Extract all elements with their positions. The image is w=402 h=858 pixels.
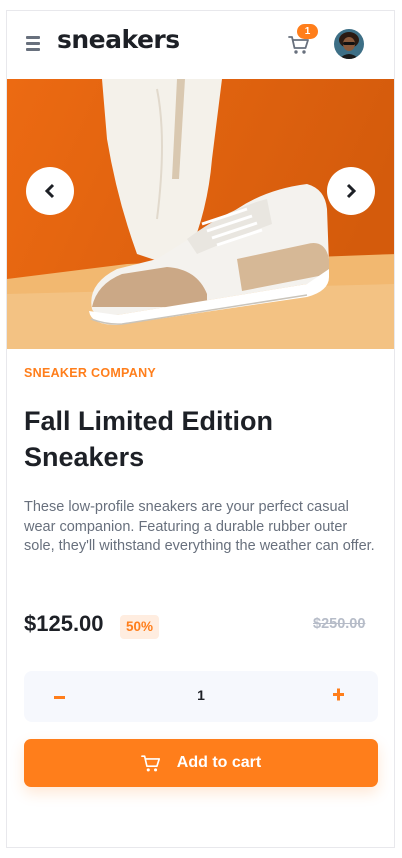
plus-icon[interactable] — [333, 684, 347, 706]
add-to-cart-label: Add to cart — [176, 754, 262, 771]
quantity-stepper: 1 — [24, 671, 378, 722]
cart-icon — [140, 754, 160, 771]
add-to-cart-button[interactable]: Add to cart — [24, 739, 378, 787]
chevron-right-icon — [346, 183, 357, 199]
chevron-left-icon — [44, 183, 55, 199]
original-price: $250.00 — [313, 616, 366, 632]
discount-badge: 50% — [120, 615, 160, 639]
product-title: Fall Limited Edition Sneakers — [24, 406, 273, 472]
logo: sneakers — [57, 25, 180, 54]
avatar[interactable] — [334, 29, 364, 59]
product-image — [7, 79, 394, 349]
quantity-value: 1 — [197, 687, 205, 703]
app-frame: sneakers 1 SNEAKER COMPANY Fall Limited … — [6, 10, 395, 848]
product-description: These low-profile sneakers are your perf… — [24, 499, 375, 554]
menu-icon[interactable] — [26, 36, 42, 51]
company-name: SNEAKER COMPANY — [24, 366, 157, 380]
carousel-next-button[interactable] — [327, 167, 375, 215]
carousel-prev-button[interactable] — [26, 167, 74, 215]
cart-count-badge: 1 — [297, 24, 318, 39]
minus-icon[interactable] — [54, 686, 68, 708]
header: sneakers 1 — [7, 11, 394, 79]
current-price: $125.00 — [24, 611, 104, 636]
